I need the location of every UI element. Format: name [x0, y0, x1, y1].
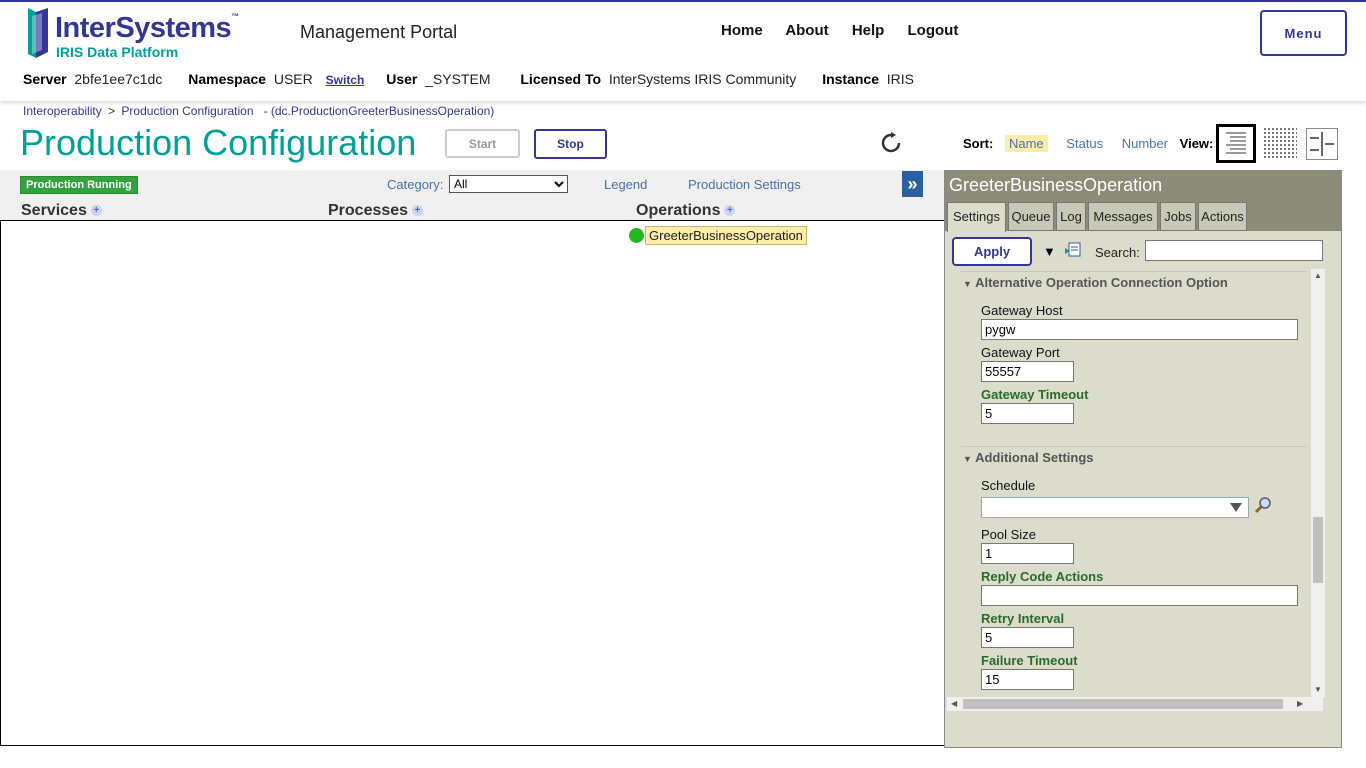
portal-title: Management Portal [300, 22, 458, 42]
section-additional-settings[interactable]: ▼ Additional Settings [963, 450, 1094, 465]
breadcrumb-production-configuration[interactable]: Production Configuration [121, 104, 253, 118]
magnifier-icon[interactable] [1255, 496, 1273, 514]
breadcrumb-suffix: - (dc.ProductionGreeterBusinessOperation… [263, 104, 495, 118]
page-title: Production Configuration [20, 122, 417, 163]
production-settings-link[interactable]: Production Settings [688, 177, 801, 192]
sort-label: Sort: [963, 136, 994, 151]
gateway-timeout-input[interactable] [981, 403, 1074, 424]
tab-queue[interactable]: Queue [1008, 202, 1054, 231]
nav-logout-link[interactable]: Logout [908, 22, 959, 39]
view-label: View: [1179, 136, 1214, 151]
category-label: Category: [387, 177, 444, 192]
horizontal-scroll-thumb[interactable] [963, 699, 1283, 709]
retry-interval-label: Retry Interval [981, 611, 1065, 626]
collapse-all-icon[interactable]: ▼ [1043, 244, 1056, 259]
namespace-label: Namespace [188, 71, 267, 87]
tab-messages[interactable]: Messages [1088, 202, 1158, 231]
instance-value: IRIS [886, 71, 915, 87]
production-status-badge: Production Running [20, 176, 138, 194]
add-operation-icon[interactable]: + [724, 205, 736, 217]
view-split-icon[interactable] [1306, 128, 1338, 160]
settings-search-input[interactable] [1145, 240, 1323, 261]
namespace-value: USER [273, 71, 313, 87]
server-label: Server [23, 71, 67, 87]
licensed-label: Licensed To [520, 71, 602, 87]
schedule-label: Schedule [981, 478, 1036, 493]
logo-word: InterSystems™ [55, 12, 239, 44]
tab-settings[interactable]: Settings [947, 202, 1006, 232]
server-value: 2bfe1ee7c1dc [74, 71, 163, 87]
top-nav: Home About Help Logout [721, 22, 977, 39]
reply-code-actions-input[interactable] [981, 585, 1298, 606]
operations-column-header: Operations + [636, 202, 736, 220]
add-process-icon[interactable]: + [412, 205, 424, 217]
sort-name-option[interactable]: Name [1004, 135, 1048, 152]
vertical-scroll-thumb[interactable] [1313, 517, 1323, 583]
sort-status-option[interactable]: Status [1066, 136, 1103, 151]
chevron-down-icon [1230, 503, 1242, 512]
switch-namespace-link[interactable]: Switch [326, 73, 365, 87]
gateway-port-input[interactable] [981, 361, 1074, 382]
start-button[interactable]: Start [445, 129, 520, 158]
section-divider [961, 271, 1307, 272]
info-bar: Server 2bfe1ee7c1dc Namespace USER Switc… [23, 71, 914, 87]
gateway-port-label: Gateway Port [981, 345, 1060, 360]
legend-link[interactable]: Legend [604, 177, 647, 192]
schedule-select[interactable] [981, 497, 1249, 518]
operation-item[interactable]: GreeterBusinessOperation [645, 226, 807, 245]
add-service-icon[interactable]: + [90, 205, 102, 217]
logo-subtitle: IRIS Data Platform [56, 44, 179, 60]
section-alt-connection[interactable]: ▼ Alternative Operation Connection Optio… [963, 275, 1228, 290]
tab-actions[interactable]: Actions [1198, 202, 1247, 231]
running-status-dot [629, 228, 644, 243]
pool-size-input[interactable] [981, 543, 1074, 564]
gateway-timeout-label: Gateway Timeout [981, 387, 1089, 402]
intersystems-logo[interactable]: InterSystems™ IRIS Data Platform [28, 8, 248, 60]
details-panel: GreeterBusinessOperation Settings Queue … [944, 170, 1342, 748]
nav-about-link[interactable]: About [785, 22, 828, 39]
licensed-value: InterSystems IRIS Community [608, 71, 797, 87]
export-icon[interactable] [1065, 242, 1081, 258]
nav-help-link[interactable]: Help [852, 22, 885, 39]
retry-interval-input[interactable] [981, 627, 1074, 648]
logo-mark-icon [28, 8, 48, 58]
user-label: User [386, 71, 418, 87]
instance-label: Instance [822, 71, 880, 87]
expand-panel-button[interactable]: » [902, 171, 923, 197]
failure-timeout-input[interactable] [981, 669, 1074, 690]
category-select[interactable]: All [449, 175, 568, 193]
gateway-host-label: Gateway Host [981, 303, 1063, 318]
breadcrumb-interoperability[interactable]: Interoperability [23, 104, 102, 118]
search-label: Search: [1095, 245, 1140, 260]
gateway-host-input[interactable] [981, 319, 1298, 340]
panel-title: GreeterBusinessOperation [945, 171, 1341, 201]
vertical-scrollbar[interactable]: ▲ ▼ [1311, 269, 1325, 697]
pool-size-label: Pool Size [981, 527, 1036, 542]
view-grid-icon[interactable] [1264, 128, 1297, 160]
apply-button[interactable]: Apply [952, 237, 1032, 266]
user-value: _SYSTEM [425, 71, 491, 87]
menu-button[interactable]: Menu [1260, 10, 1347, 56]
breadcrumb-separator: > [108, 104, 116, 118]
settings-form: ▼ Alternative Operation Connection Optio… [947, 269, 1325, 697]
tab-jobs[interactable]: Jobs [1160, 202, 1196, 231]
production-diagram [0, 220, 946, 746]
section-divider [961, 446, 1307, 447]
horizontal-scrollbar[interactable]: ◀ ▶ [947, 697, 1323, 711]
refresh-icon[interactable] [880, 132, 902, 154]
sort-bar: Sort: Name Status Number View: [963, 135, 1214, 152]
failure-timeout-label: Failure Timeout [981, 653, 1078, 668]
header: InterSystems™ IRIS Data Platform Managem… [0, 2, 1366, 101]
view-list-icon[interactable] [1216, 124, 1256, 163]
stop-button[interactable]: Stop [534, 129, 607, 159]
processes-column-header: Processes + [328, 202, 424, 220]
reply-code-actions-label: Reply Code Actions [981, 569, 1104, 584]
nav-home-link[interactable]: Home [721, 22, 763, 39]
breadcrumb: Interoperability > Production Configurat… [23, 104, 494, 118]
sort-number-option[interactable]: Number [1122, 136, 1168, 151]
services-column-header: Services + [21, 202, 102, 220]
tab-log[interactable]: Log [1056, 202, 1086, 231]
